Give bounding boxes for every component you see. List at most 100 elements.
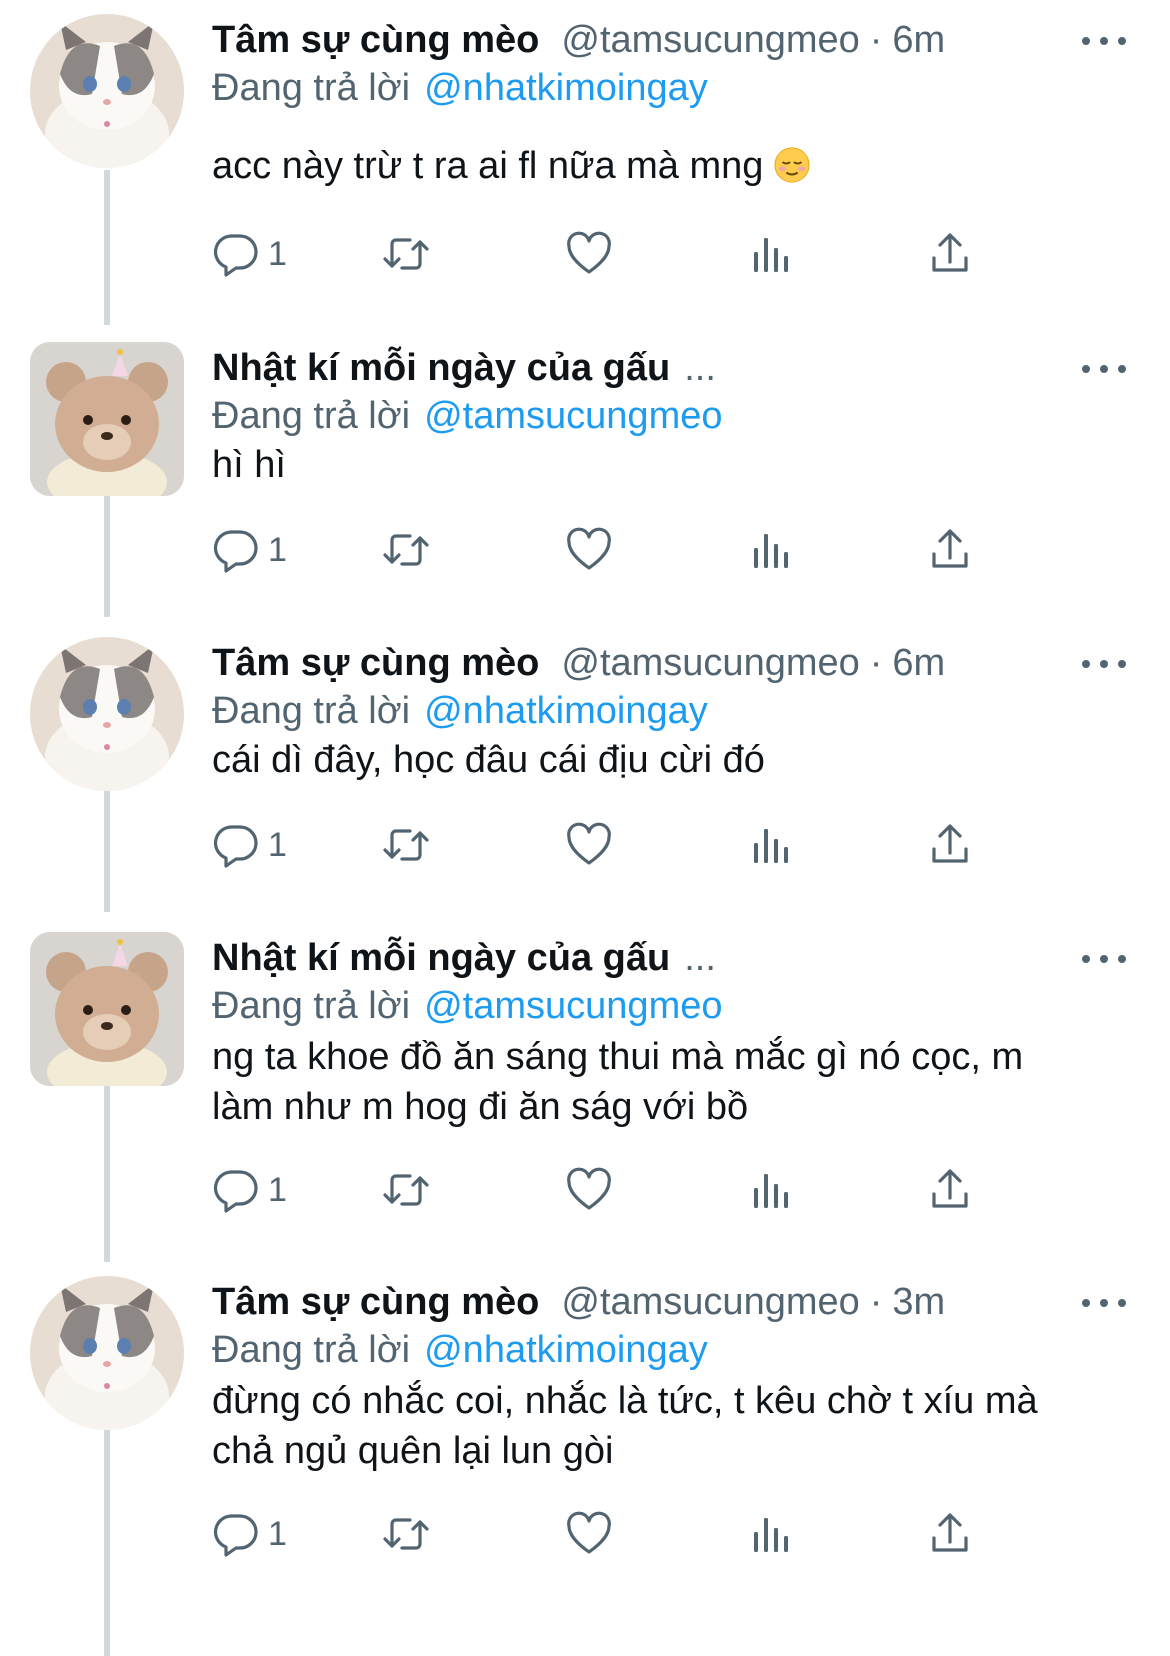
bar-chart-icon (746, 1166, 794, 1214)
reply-button[interactable]: 1 (212, 520, 287, 580)
tweet[interactable]: Nhật kí mỗi ngày của gấu ... Đang trả lờ… (0, 918, 1170, 1258)
author-name[interactable]: Nhật kí mỗi ngày của gấu (212, 937, 670, 980)
reply-icon (212, 1166, 260, 1214)
author-handle[interactable]: @tamsucungmeo (561, 19, 859, 62)
share-button[interactable] (926, 520, 974, 580)
tweet[interactable]: Tâm sự cùng mèo @tamsucungmeo · 6m Đang … (0, 623, 1170, 913)
replying-to: Đang trả lời @tamsucungmeo (212, 980, 723, 1032)
separator-dot: · (869, 18, 883, 61)
reply-prefix: Đang trả lời (212, 984, 411, 1027)
share-button[interactable] (926, 1160, 974, 1220)
more-options-icon[interactable] (1082, 1286, 1126, 1320)
reply-prefix: Đang trả lời (212, 689, 411, 732)
avatar-cat[interactable] (30, 14, 184, 168)
bar-chart-icon (746, 230, 794, 278)
author-name[interactable]: Tâm sự cùng mèo (212, 642, 539, 685)
views-button[interactable] (746, 815, 794, 875)
like-button[interactable] (565, 1160, 613, 1220)
tweet-text: ng ta khoe đồ ăn sáng thui mà mắc gì nó … (212, 1032, 1060, 1132)
tweet-text-content: đừng có nhắc coi, nhắc là tức, t kêu chờ… (212, 1380, 1038, 1472)
author-name[interactable]: Nhật kí mỗi ngày của gấu (212, 347, 670, 390)
name-ellipsis: ... (684, 936, 716, 979)
replying-to: Đang trả lời @nhatkimoingay (212, 685, 708, 737)
mention-link[interactable]: @nhatkimoingay (424, 1329, 708, 1372)
tweet-text: đừng có nhắc coi, nhắc là tức, t kêu chờ… (212, 1376, 1060, 1476)
like-button[interactable] (565, 520, 613, 580)
retweet-button[interactable] (382, 520, 430, 580)
author-name[interactable]: Tâm sự cùng mèo (212, 1281, 539, 1324)
tweet-text-content: acc này trừ t ra ai fl nữa mà mng (212, 145, 764, 187)
like-button[interactable] (565, 815, 613, 875)
timestamp[interactable]: 6m (892, 642, 945, 685)
heart-icon (565, 1166, 613, 1214)
tweet-text-content: hì hì (212, 444, 286, 486)
like-button[interactable] (565, 1504, 613, 1564)
mention-link[interactable]: @nhatkimoingay (424, 67, 708, 110)
views-button[interactable] (746, 1160, 794, 1220)
more-options-icon[interactable] (1082, 352, 1126, 386)
author-name[interactable]: Tâm sự cùng mèo (212, 19, 539, 62)
tweet-text-content: cái dì đây, học đâu cái địu cừi đó (212, 739, 765, 781)
tweet-text: hì hì (212, 440, 1070, 490)
reply-count: 1 (268, 825, 287, 864)
more-options-icon[interactable] (1082, 942, 1126, 976)
share-icon (926, 821, 974, 869)
heart-icon (565, 526, 613, 574)
replying-to: Đang trả lời @nhatkimoingay (212, 1324, 708, 1376)
heart-icon (565, 821, 613, 869)
reply-button[interactable]: 1 (212, 1160, 287, 1220)
replying-to: Đang trả lời @nhatkimoingay (212, 62, 708, 114)
mention-link[interactable]: @tamsucungmeo (424, 985, 722, 1028)
reply-button[interactable]: 1 (212, 1504, 287, 1564)
share-button[interactable] (926, 1504, 974, 1564)
retweet-button[interactable] (382, 224, 430, 284)
author-handle[interactable]: @tamsucungmeo (561, 1281, 859, 1324)
views-button[interactable] (746, 1504, 794, 1564)
more-options-icon[interactable] (1082, 647, 1126, 681)
like-button[interactable] (565, 224, 613, 284)
tweet-header: Tâm sự cùng mèo @tamsucungmeo · 3m (212, 1274, 1060, 1330)
reply-button[interactable]: 1 (212, 224, 287, 284)
retweet-icon (382, 1166, 430, 1214)
avatar-bear[interactable] (30, 932, 184, 1086)
reply-count: 1 (268, 1514, 287, 1553)
mention-link[interactable]: @tamsucungmeo (424, 395, 722, 438)
tweet[interactable]: Nhật kí mỗi ngày của gấu ... Đang trả lờ… (0, 328, 1170, 618)
bar-chart-icon (746, 1510, 794, 1558)
tweet[interactable]: Tâm sự cùng mèo @tamsucungmeo · 3m Đang … (0, 1262, 1170, 1656)
separator-dot: · (869, 641, 883, 684)
retweet-button[interactable] (382, 1160, 430, 1220)
share-button[interactable] (926, 815, 974, 875)
views-button[interactable] (746, 224, 794, 284)
reply-button[interactable]: 1 (212, 815, 287, 875)
tweet-header: Nhật kí mỗi ngày của gấu ... (212, 340, 1060, 396)
timestamp[interactable]: 3m (892, 1281, 945, 1324)
retweet-icon (382, 230, 430, 278)
mention-link[interactable]: @nhatkimoingay (424, 690, 708, 733)
tweet[interactable]: Tâm sự cùng mèo @tamsucungmeo · 6m Đang … (0, 0, 1170, 300)
tweet-actions: 1 (212, 815, 1012, 875)
timestamp[interactable]: 6m (892, 19, 945, 62)
reply-icon (212, 526, 260, 574)
avatar-bear[interactable] (30, 342, 184, 496)
separator-dot: · (869, 1280, 883, 1323)
share-button[interactable] (926, 224, 974, 284)
reply-icon (212, 230, 260, 278)
heart-icon (565, 230, 613, 278)
reply-count: 1 (268, 1170, 287, 1209)
avatar-cat[interactable] (30, 637, 184, 791)
bar-chart-icon (746, 526, 794, 574)
reply-prefix: Đang trả lời (212, 394, 411, 437)
avatar-cat[interactable] (30, 1276, 184, 1430)
tweet-header: Tâm sự cùng mèo @tamsucungmeo · 6m (212, 635, 1060, 691)
tweet-actions: 1 (212, 520, 1012, 580)
share-icon (926, 1510, 974, 1558)
views-button[interactable] (746, 520, 794, 580)
retweet-button[interactable] (382, 815, 430, 875)
retweet-button[interactable] (382, 1504, 430, 1564)
more-options-icon[interactable] (1082, 24, 1126, 58)
author-handle[interactable]: @tamsucungmeo (561, 642, 859, 685)
replying-to: Đang trả lời @tamsucungmeo (212, 390, 723, 442)
heart-icon (565, 1510, 613, 1558)
tweet-actions: 1 (212, 1504, 1012, 1564)
